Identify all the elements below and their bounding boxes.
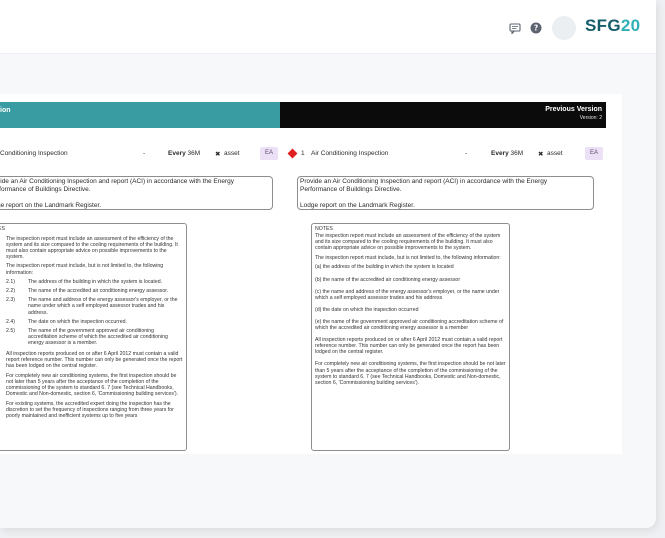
sfg20-logo[interactable]: SFG20	[585, 16, 640, 36]
previous-task-row[interactable]: 1 Air Conditioning Inspection - Every 36…	[284, 146, 606, 162]
notes-list-item: (b) the name of the accredited air condi…	[315, 276, 461, 283]
task-frequency: Every 36M	[168, 150, 200, 157]
notes-paragraph: The inspection report must include, but …	[6, 263, 164, 276]
notes-paragraph: For completely new air conditioning syst…	[6, 372, 179, 398]
current-task-row[interactable]: Conditioning Inspection - Every 36M ✖ as…	[0, 146, 280, 162]
notes-list-item: (c) the name and address of the energy a…	[315, 288, 500, 301]
avatar[interactable]	[552, 16, 576, 40]
notes-heading: ES	[0, 226, 5, 232]
desc-line	[300, 194, 591, 202]
task-frequency: Every 36M	[491, 150, 523, 157]
desc-line: rformance of Buildings Directive.	[0, 186, 91, 193]
task-name: Conditioning Inspection	[0, 150, 68, 157]
notes-list-item: 2.1) The address of the building in which…	[6, 279, 163, 286]
version-comparison-panel: ion Previous Version Version: 2 Conditio…	[0, 94, 622, 454]
notes-paragraph: The inspection report must include, but …	[315, 254, 501, 261]
desc-line: Lodge report on the Landmark Register.	[300, 202, 415, 209]
task-scope: asset	[547, 150, 563, 157]
desc-line: Performance of Buildings Directive.	[300, 186, 402, 193]
previous-version-header: Previous Version Version: 2	[280, 102, 606, 128]
notes-paragraph: For existing systems, the accredited exp…	[6, 400, 174, 419]
task-dash: -	[143, 150, 146, 157]
task-index: 1	[301, 150, 305, 157]
desc-line: Provide an Air Conditioning Inspection a…	[300, 178, 548, 185]
current-version-header: ion	[0, 102, 280, 128]
app-window: ? SFG20 ion Previous Version Version: 2 …	[0, 0, 656, 528]
desc-line: ge report on the Landmark Register.	[0, 202, 102, 209]
notes-list-item: 2.5) The name of the government approved …	[6, 327, 168, 346]
notes-paragraph: The inspection report must include an as…	[315, 233, 501, 252]
notes-list-item: (d) the date on which the inspection occ…	[315, 306, 419, 313]
notes-paragraph: The inspection report must include an as…	[6, 235, 178, 260]
notes-list-item: 2.4) The date on which the inspection occ…	[6, 318, 127, 325]
previous-version-number: Version: 2	[579, 115, 602, 121]
notes-paragraph: For completely new air conditioning syst…	[315, 361, 506, 386]
message-icon[interactable]	[508, 21, 522, 35]
notes-list-item: 2.2) The name of the accredited air condi…	[6, 288, 169, 295]
every-value: 36M	[187, 150, 201, 157]
current-description[interactable]: vide an Air Conditioning Inspection and …	[0, 176, 273, 210]
current-notes[interactable]: ES The inspection report must include an…	[0, 223, 187, 451]
ea-badge: EA	[585, 147, 603, 160]
content-area: ion Previous Version Version: 2 Conditio…	[0, 54, 656, 528]
notes-list-item: (e) the name of the government approved …	[315, 318, 504, 332]
desc-line: vide an Air Conditioning Inspection and …	[0, 178, 235, 185]
warning-diamond-icon	[287, 148, 298, 159]
help-icon[interactable]: ?	[529, 21, 543, 35]
every-label: Every	[491, 150, 509, 157]
ea-badge: EA	[260, 147, 278, 160]
close-icon[interactable]: ✖	[215, 150, 220, 158]
every-value: 36M	[510, 150, 524, 157]
task-dash: -	[465, 150, 468, 157]
notes-paragraph: All inspection reports produced on or af…	[6, 351, 183, 370]
logo-prefix: SFG	[585, 16, 621, 35]
notes-list-item: (a) the address of the building in which…	[315, 264, 454, 271]
previous-description[interactable]: Provide an Air Conditioning Inspection a…	[297, 176, 594, 210]
close-icon[interactable]: ✖	[538, 150, 543, 158]
task-name: Air Conditioning Inspection	[311, 150, 389, 157]
current-version-title: ion	[0, 107, 11, 114]
previous-version-title: Previous Version	[545, 106, 602, 113]
every-label: Every	[168, 150, 186, 157]
notes-heading: NOTES	[315, 226, 333, 232]
previous-notes[interactable]: NOTES The inspection report must include…	[311, 223, 510, 451]
notes-list-item: 2.3) The name and address of the energy a…	[6, 297, 178, 316]
svg-text:?: ?	[534, 24, 538, 33]
top-bar: ? SFG20	[0, 0, 656, 54]
task-scope: asset	[224, 150, 240, 157]
notes-paragraph: All inspection reports produced on or af…	[315, 337, 503, 356]
logo-suffix: 20	[620, 16, 641, 35]
